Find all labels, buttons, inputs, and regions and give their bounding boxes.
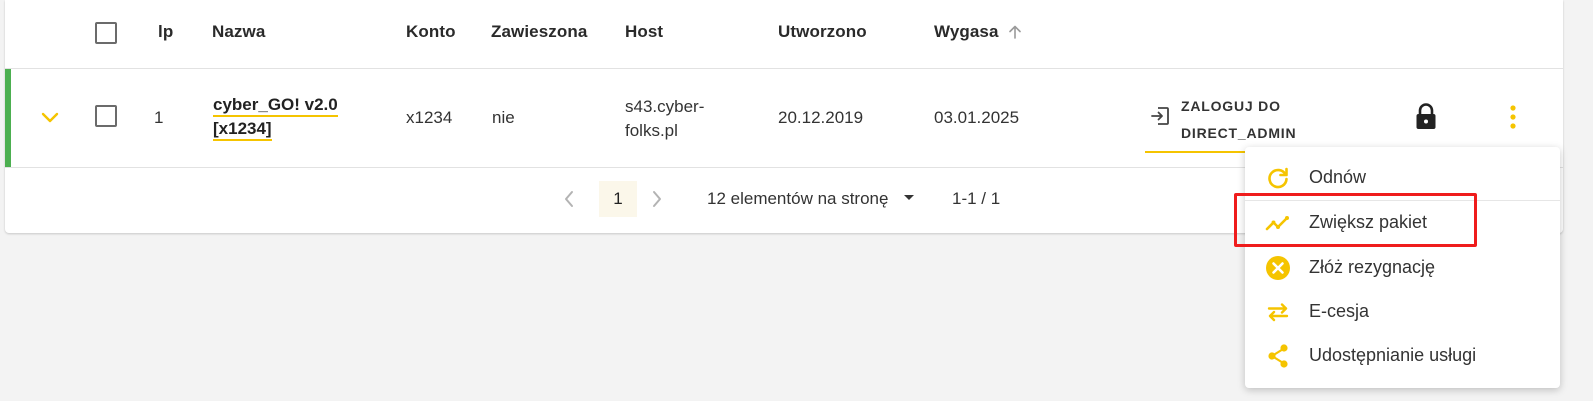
row-created: 20.12.2019: [778, 108, 864, 127]
menu-item-label: Złóż rezygnację: [1309, 257, 1436, 277]
row-expires: 03.01.2025: [934, 108, 1020, 127]
menu-item-resign[interactable]: Złóż rezygnację: [1245, 246, 1560, 290]
chevron-down-icon[interactable]: [40, 111, 60, 125]
swap-arrows-icon: [1267, 303, 1289, 322]
page-size-select[interactable]: 12 elementów na stronę: [707, 189, 915, 209]
refresh-icon: [1268, 167, 1288, 189]
row-host-line1: s43.cyber-: [625, 97, 705, 116]
more-vertical-icon[interactable]: [1508, 104, 1518, 130]
menu-item-label: Udostępnianie usługi: [1309, 345, 1477, 365]
column-header-account[interactable]: Konto: [406, 22, 456, 42]
page-size-label: 12 elementów na stronę: [707, 189, 889, 208]
pagination-range: 1-1 / 1: [952, 189, 1001, 208]
row-suspended: nie: [492, 108, 515, 127]
row-host: s43.cyber- folks.pl: [625, 95, 704, 143]
column-header-host[interactable]: Host: [625, 22, 663, 42]
column-header-created[interactable]: Utworzono: [778, 22, 867, 42]
menu-item-label: Odnów: [1309, 167, 1367, 187]
row-host-line2: folks.pl: [625, 121, 678, 140]
service-name-line2: [x1234]: [213, 119, 272, 141]
actions-context-menu: Odnów Zwiększ pakiet Złóż rezygnację E-c…: [1245, 147, 1560, 388]
row-account: x1234: [406, 108, 453, 127]
column-header-expires[interactable]: Wygasa: [934, 22, 1021, 42]
service-name-line1: cyber_GO! v2.0: [213, 95, 338, 117]
lock-icon[interactable]: [1414, 102, 1438, 132]
highlight-annotation-box: [1234, 193, 1477, 247]
login-icon: [1151, 107, 1169, 125]
menu-item-share-service[interactable]: Udostępnianie usługi: [1245, 334, 1560, 378]
share-icon: [1268, 344, 1288, 368]
column-header-expires-label: Wygasa: [934, 22, 999, 41]
login-direct-admin-button[interactable]: ZALOGUJ DO DIRECT_ADMIN: [1145, 89, 1296, 153]
select-all-checkbox[interactable]: [95, 22, 117, 44]
sort-ascending-icon[interactable]: [1006, 23, 1024, 41]
menu-item-e-cession[interactable]: E-cesja: [1245, 290, 1560, 334]
column-header-name[interactable]: Nazwa: [212, 22, 265, 42]
cancel-circle-icon: [1266, 256, 1290, 280]
pagination-current-page[interactable]: 1: [599, 181, 637, 217]
row-lp: 1: [154, 108, 164, 127]
menu-item-label: E-cesja: [1309, 301, 1370, 321]
chevron-left-icon[interactable]: [562, 189, 576, 209]
column-header-lp[interactable]: lp: [158, 22, 173, 42]
column-header-suspended[interactable]: Zawieszona: [491, 22, 587, 42]
chevron-right-icon[interactable]: [650, 189, 664, 209]
service-name-link[interactable]: cyber_GO! v2.0 [x1234]: [213, 93, 338, 141]
dropdown-arrow-icon: [904, 195, 915, 200]
row-checkbox[interactable]: [95, 105, 117, 127]
login-direct-admin-label: ZALOGUJ DO DIRECT_ADMIN: [1181, 98, 1297, 141]
